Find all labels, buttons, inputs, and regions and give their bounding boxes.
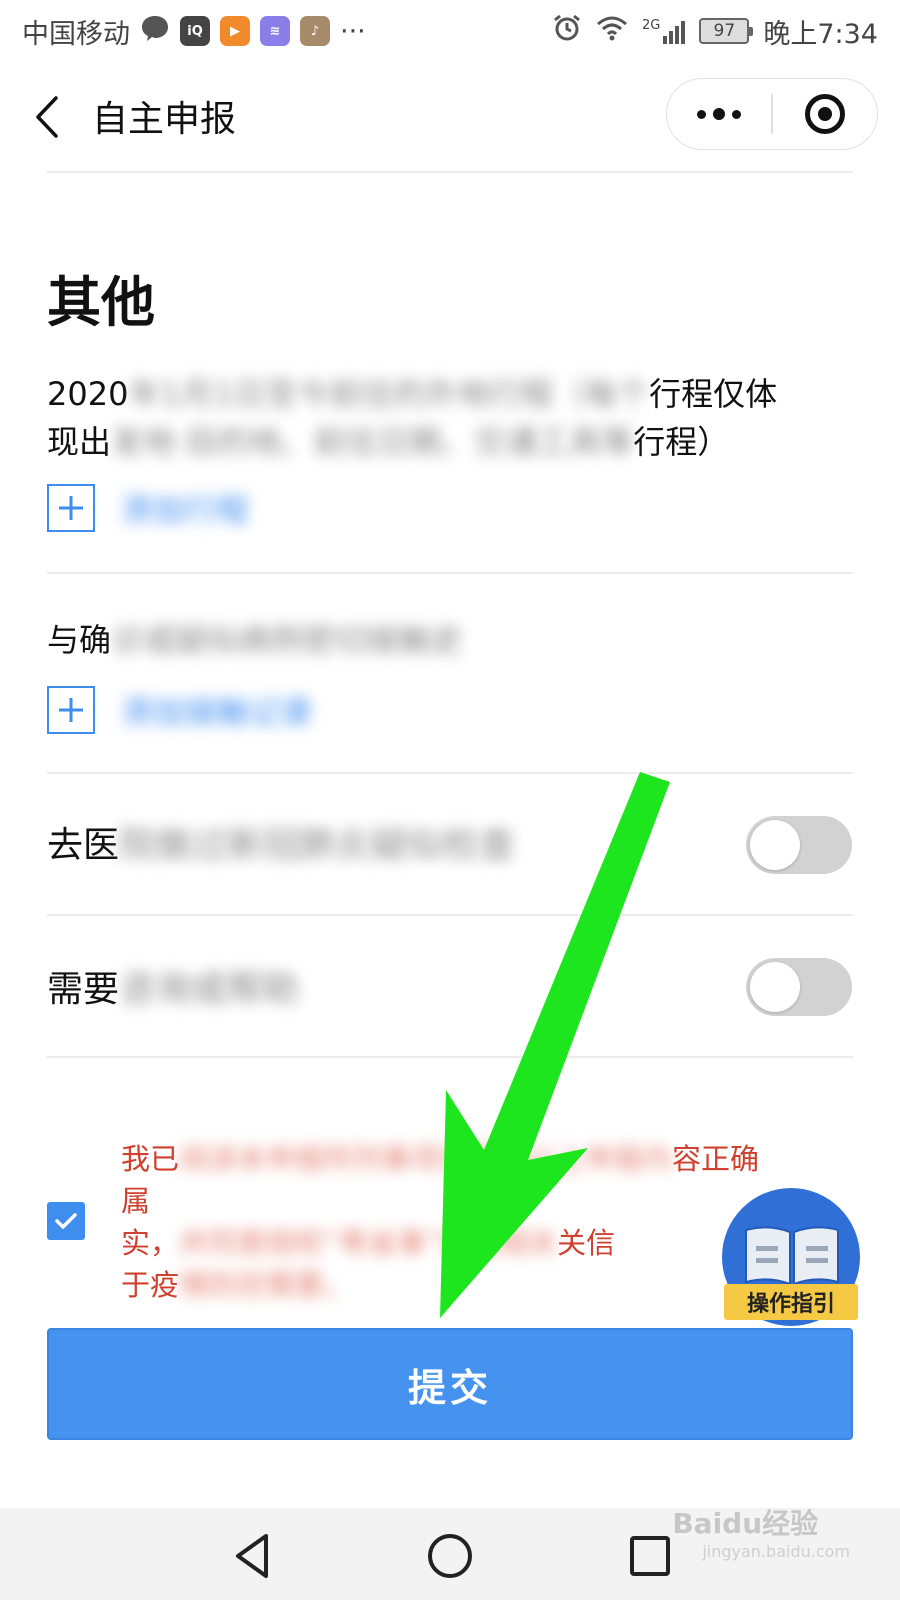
clock-time: 晚上7:34 xyxy=(763,18,878,50)
add-contact-record-button[interactable]: 添加接触记录 xyxy=(47,686,313,734)
target-close-icon xyxy=(804,94,845,134)
add-contact-record-label: 添加接触记录 xyxy=(121,693,314,731)
video-play-app-icon: ▶ xyxy=(220,16,250,46)
plus-icon xyxy=(47,484,95,532)
toggle-knob xyxy=(750,820,800,870)
title-bar: 自主申报 xyxy=(0,62,900,174)
more-dots-icon xyxy=(697,109,707,119)
need-help-toggle[interactable] xyxy=(746,958,852,1016)
contact-history-question: 与确诊或疑似病例密切接触史 xyxy=(47,621,464,659)
hospital-check-toggle[interactable] xyxy=(746,816,852,874)
submit-button[interactable]: 提交 xyxy=(47,1328,853,1440)
section-title: 其他 xyxy=(47,271,155,334)
agreement-text: 我已阅读本申报所列事项并承诺以上申报内容正确属 实，并同意授权“粤省事”获取相关… xyxy=(121,1142,760,1302)
wifi-icon xyxy=(596,15,628,48)
battery-level: 97 xyxy=(713,21,736,41)
page-title: 自主申报 xyxy=(92,99,237,140)
row-divider xyxy=(47,572,853,574)
circle-home-icon xyxy=(428,1534,472,1578)
toggle-knob xyxy=(750,962,800,1012)
open-book-icon xyxy=(745,1226,839,1286)
plus-icon xyxy=(47,686,95,734)
hospital-check-question: 去医院做过新冠肺炎疑似检查 xyxy=(47,825,516,866)
nav-recents-button[interactable] xyxy=(622,1528,678,1584)
more-notifications: ··· xyxy=(340,15,366,47)
tiktok-app-icon: ♪ xyxy=(300,16,330,46)
network-type-label: 2G xyxy=(642,18,661,33)
battery-icon: 97 xyxy=(699,18,754,44)
chevron-left-icon xyxy=(36,96,58,138)
carrier-label: 中国移动 xyxy=(22,18,130,50)
iqiyi-app-icon: iQ xyxy=(180,16,210,46)
baidu-jingyan-watermark: Baidu经验 jingyan.baidu.com xyxy=(672,1502,850,1561)
need-help-question: 需要咨询或帮助 xyxy=(47,969,300,1010)
triangle-back-icon xyxy=(236,1534,268,1578)
checkmark-icon xyxy=(55,1213,77,1229)
chat-bubble-icon xyxy=(140,14,170,49)
guide-label: 操作指引 xyxy=(724,1284,858,1320)
watermark-url: jingyan.baidu.com xyxy=(702,1542,850,1561)
nav-home-button[interactable] xyxy=(422,1528,478,1584)
row-divider xyxy=(47,1056,853,1058)
status-bar: 中国移动 iQ ▶ ≋ ♪ ··· 2G 97 晚上7:34 xyxy=(0,0,900,62)
row-divider xyxy=(47,772,853,774)
add-trip-button[interactable]: 添加行程 xyxy=(47,484,249,532)
more-button[interactable] xyxy=(667,79,771,149)
signal-strength-icon xyxy=(663,18,686,44)
travel-history-question: 2020年1月1日至今前往的外地行程（每个行程仅体 现出发地·目的地、前往日期、… xyxy=(47,375,778,461)
back-button[interactable] xyxy=(28,92,68,142)
operation-guide-button[interactable]: 操作指引 xyxy=(720,1188,866,1328)
miniprogram-capsule xyxy=(666,78,878,150)
square-recents-icon xyxy=(630,1536,670,1576)
alarm-icon xyxy=(552,13,582,50)
row-divider xyxy=(47,914,853,916)
header-divider xyxy=(47,171,853,173)
add-trip-label: 添加行程 xyxy=(121,491,250,529)
agreement-checkbox[interactable] xyxy=(47,1202,85,1240)
watermark-brand: Baidu经验 xyxy=(672,1507,819,1540)
close-miniprogram-button[interactable] xyxy=(773,79,877,149)
nav-back-button[interactable] xyxy=(226,1528,282,1584)
swirl-app-icon: ≋ xyxy=(260,16,290,46)
